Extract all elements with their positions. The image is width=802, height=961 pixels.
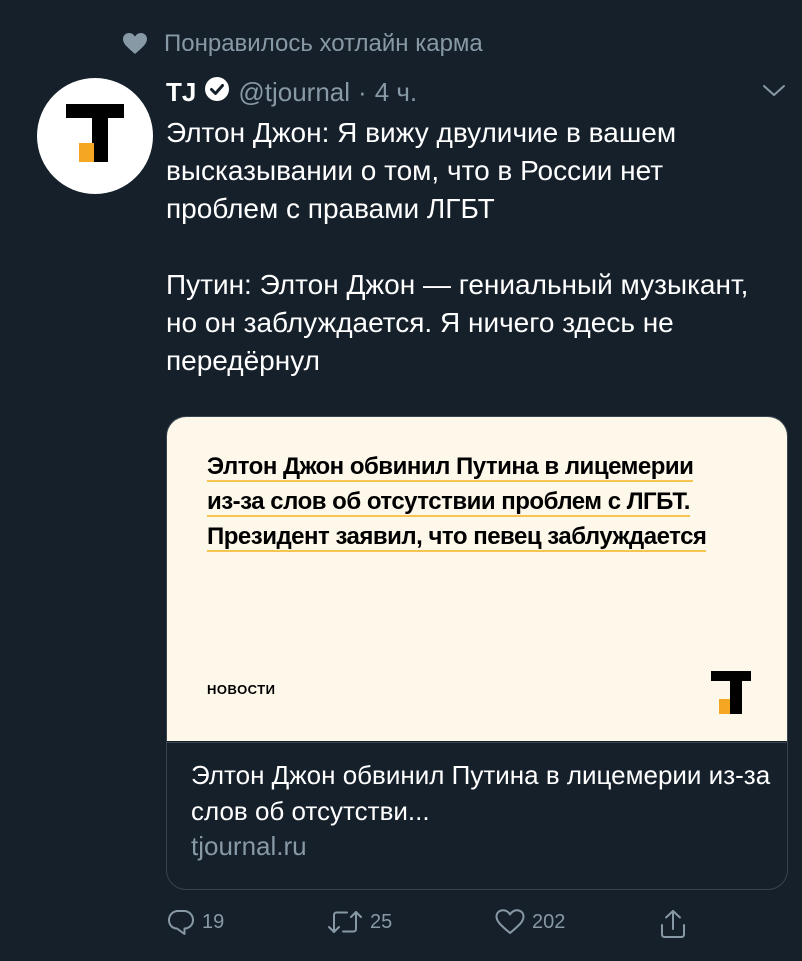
card-image[interactable]: Элтон Джон обвинил Путина в лицемерии из… [167,417,787,741]
tj-logo-icon [711,671,753,726]
social-context[interactable]: Понравилось хотлайн карма [122,30,483,58]
reply-count: 19 [202,910,225,933]
retweet-icon [326,908,364,936]
tweet-paragraph: Элтон Джон: Я вижу двуличие в вашем выск… [166,117,677,224]
heart-icon [122,32,148,56]
reply-button[interactable]: 19 [166,908,224,936]
retweet-button[interactable]: 25 [326,908,392,936]
card-domain: tjournal.ru [191,831,307,861]
separator-dot: · [358,77,367,107]
social-context-text: Понравилось хотлайн карма [164,30,483,57]
avatar[interactable] [37,78,153,194]
retweet-count: 25 [370,910,393,933]
share-icon [658,908,688,940]
author-handle[interactable]: @tjournal [238,77,350,108]
heart-outline-icon [494,908,526,936]
like-count: 202 [532,910,566,933]
chevron-down-icon[interactable] [762,84,786,103]
share-button[interactable] [658,908,688,940]
card-meta: Элтон Джон обвинил Путина в лицемерии из… [167,742,787,861]
link-card[interactable]: Элтон Джон обвинил Путина в лицемерии из… [166,416,788,890]
tweet-header: TJ @tjournal · 4 ч. [166,76,417,109]
verified-badge-icon [204,76,230,109]
tweet-text: Элтон Джон: Я вижу двуличие в вашем выск… [166,114,776,380]
tweet-actions: 19 25 202 [166,908,706,942]
tj-logo [66,104,124,162]
tweet-time[interactable]: 4 ч. [375,77,417,108]
card-image-headline: Элтон Джон обвинил Путина в лицемерии из… [207,449,727,554]
card-image-headline-text: Элтон Джон обвинил Путина в лицемерии из… [207,453,707,552]
like-button[interactable]: 202 [494,908,565,936]
card-title: Элтон Джон обвинил Путина в лицемерии из… [191,760,771,826]
card-section-label: НОВОСТИ [207,682,276,697]
reply-icon [166,908,196,936]
author-name[interactable]: TJ [166,77,196,108]
tweet-paragraph: Путин: Элтон Джон — гениальный музыкант,… [166,269,749,376]
